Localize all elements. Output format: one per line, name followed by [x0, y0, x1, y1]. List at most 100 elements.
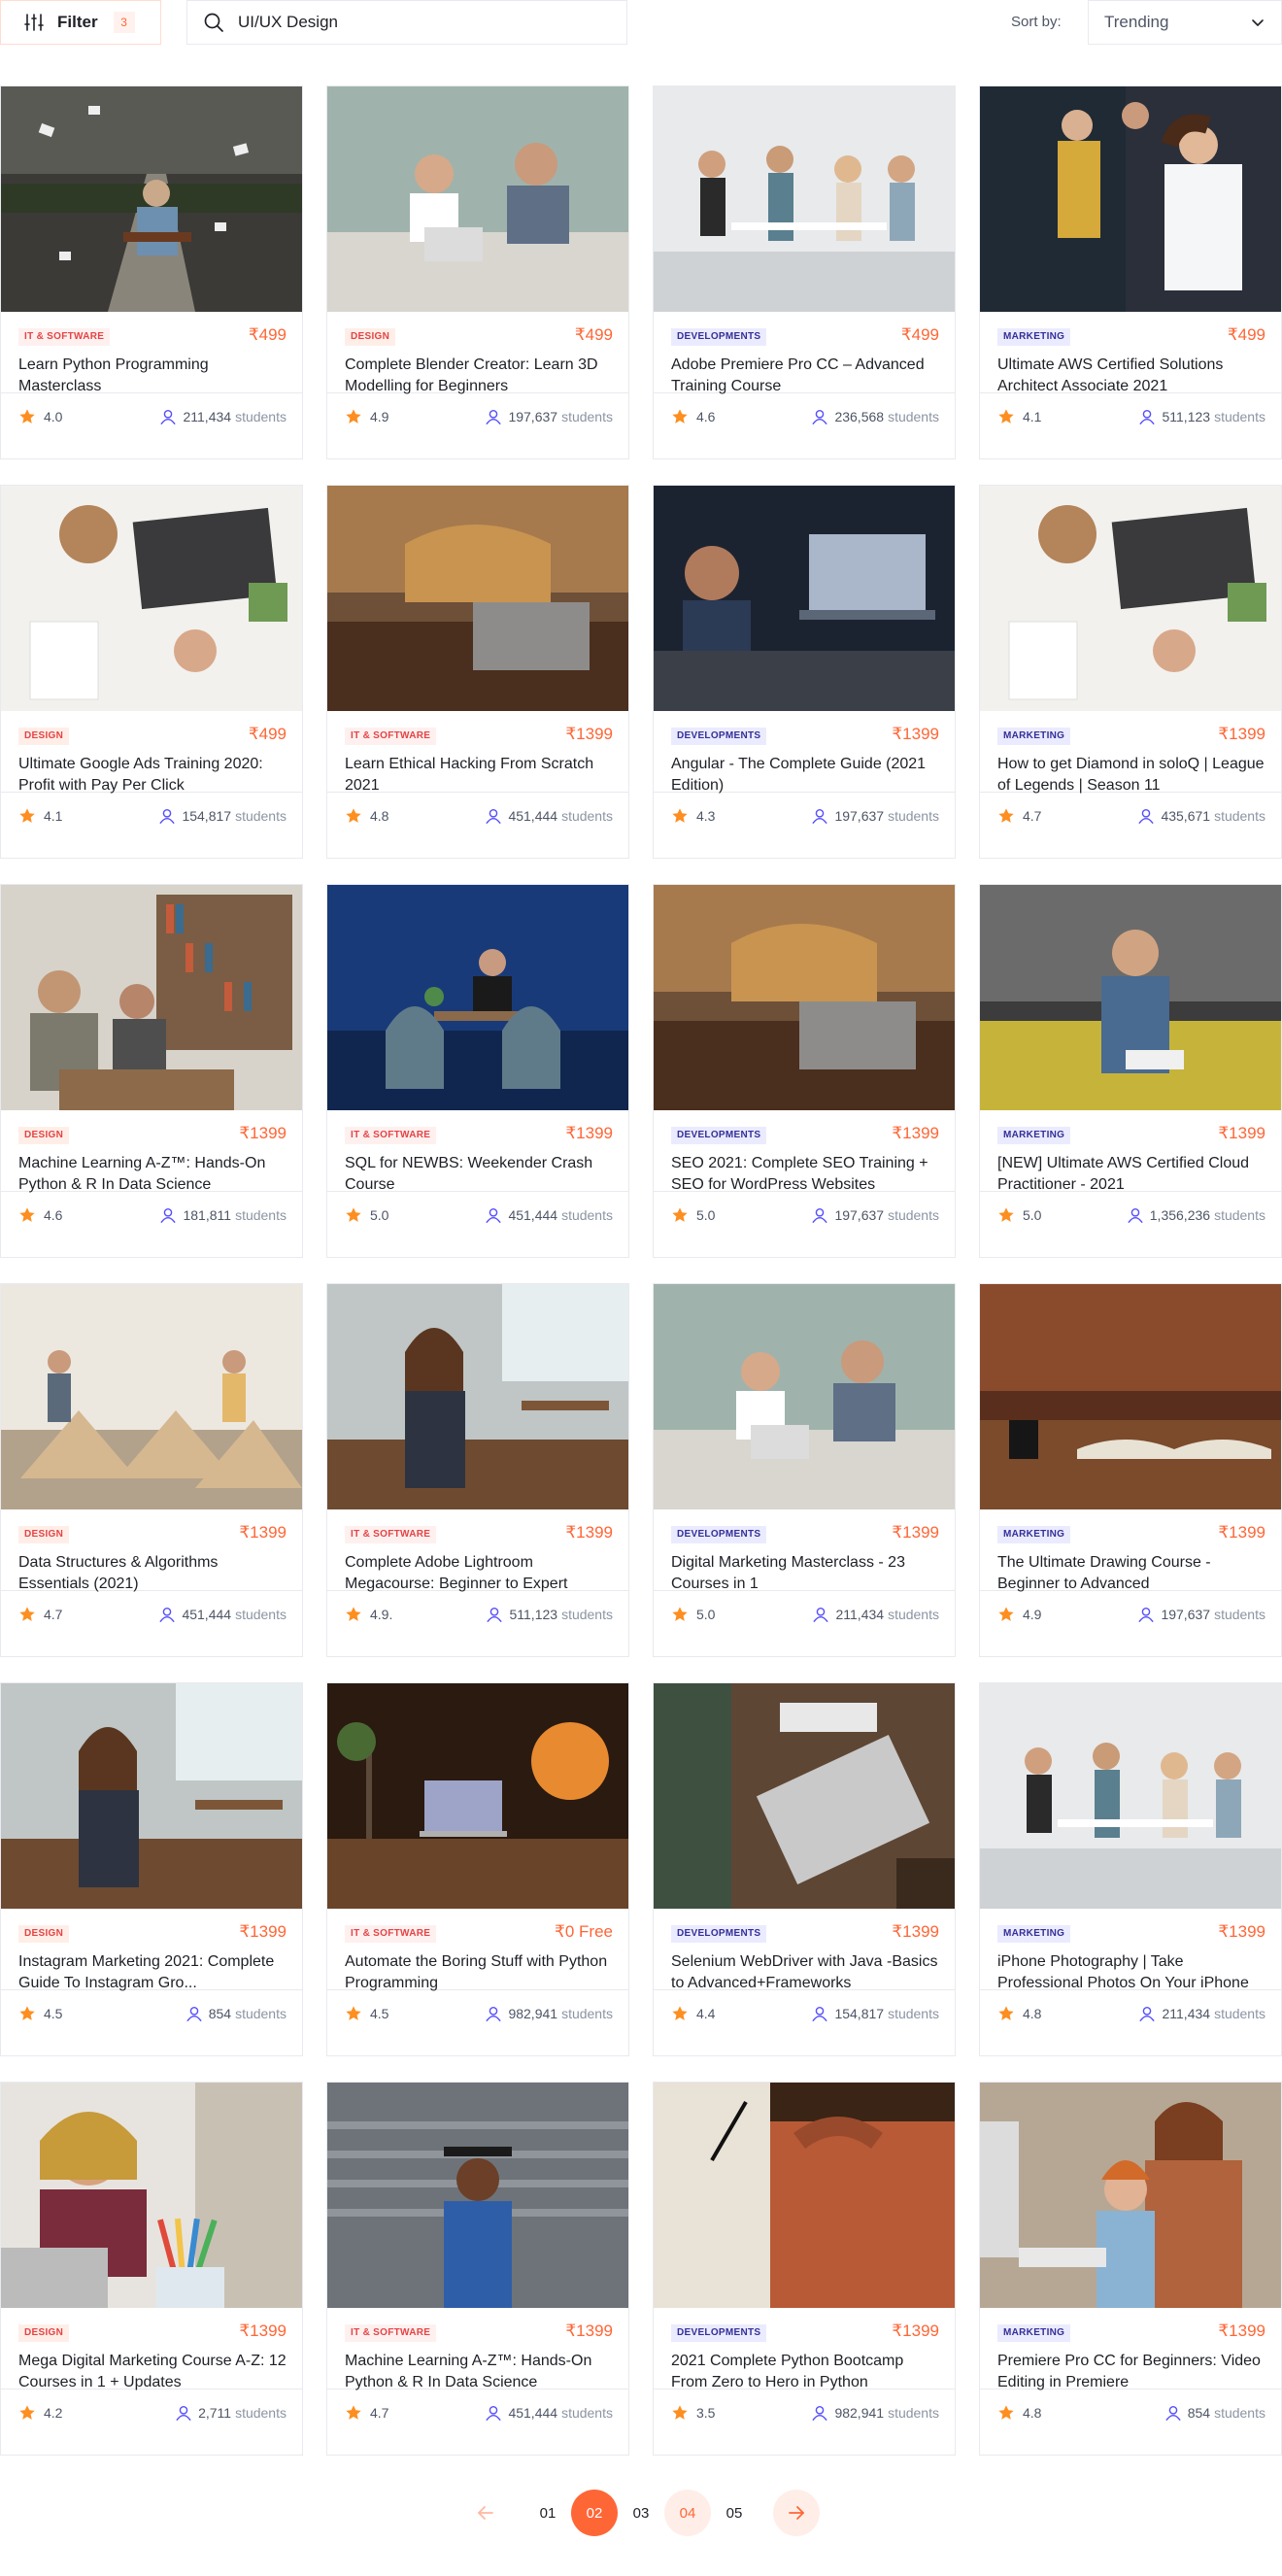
course-title[interactable]: Digital Marketing Masterclass - 23 Cours…: [671, 1552, 939, 1595]
user-icon: [812, 2405, 827, 2421]
course-card[interactable]: MARKETING ₹1399 [NEW] Ultimate AWS Certifi…: [979, 884, 1282, 1258]
course-thumbnail: [327, 2083, 628, 2308]
course-title[interactable]: Instagram Marketing 2021: Complete Guide…: [18, 1951, 287, 1994]
course-thumbnail: [654, 885, 955, 1110]
user-icon: [159, 808, 175, 824]
course-students: 511,123 students: [486, 1606, 613, 1623]
course-card[interactable]: IT & SOFTWARE ₹1399 Learn Ethical Hacking …: [326, 485, 629, 859]
course-title[interactable]: iPhone Photography | Take Professional P…: [997, 1951, 1265, 1994]
course-title[interactable]: Learn Ethical Hacking From Scratch 2021: [345, 754, 613, 797]
user-icon: [1138, 808, 1154, 824]
page-03[interactable]: 03: [618, 2490, 664, 2536]
course-title[interactable]: How to get Diamond in soloQ | League of …: [997, 754, 1265, 797]
course-card[interactable]: IT & SOFTWARE ₹1399 Machine Learning A-Z™:…: [326, 2082, 629, 2456]
students-count: 854: [208, 2006, 232, 2021]
course-title[interactable]: Angular - The Complete Guide (2021 Editi…: [671, 754, 939, 797]
course-price: ₹1399: [239, 1922, 287, 1941]
course-title[interactable]: [NEW] Ultimate AWS Certified Cloud Pract…: [997, 1153, 1265, 1196]
students-label: students: [888, 1207, 939, 1223]
course-card[interactable]: DESIGN ₹1399 Instagram Marketing 2021: Com…: [0, 1682, 303, 2056]
course-card[interactable]: MARKETING ₹1399 iPhone Photography | Take …: [979, 1682, 1282, 2056]
course-title[interactable]: Selenium WebDriver with Java -Basics to …: [671, 1951, 939, 1994]
course-price: ₹499: [248, 325, 287, 344]
course-card[interactable]: IT & SOFTWARE ₹499 Learn Python Programmin…: [0, 85, 303, 459]
course-thumbnail: [980, 1284, 1281, 1509]
course-students: 982,941 students: [485, 2005, 613, 2022]
rating-value: 4.5: [44, 2006, 63, 2021]
course-title[interactable]: SQL for NEWBS: Weekender Crash Course: [345, 1153, 613, 1196]
course-thumbnail: [1, 486, 302, 711]
star-icon: [672, 1207, 688, 1222]
course-card[interactable]: MARKETING ₹499 Ultimate AWS Certified Solu…: [979, 85, 1282, 459]
course-title[interactable]: The Ultimate Drawing Course - Beginner t…: [997, 1552, 1265, 1595]
next-page-button[interactable]: [773, 2490, 820, 2536]
rating-value: 4.1: [44, 808, 63, 824]
page-05[interactable]: 05: [711, 2490, 758, 2536]
course-title[interactable]: Data Structures & Algorithms Essentials …: [18, 1552, 287, 1595]
rating-value: 4.8: [1023, 2006, 1042, 2021]
students-label: students: [235, 409, 287, 424]
course-thumbnail: [654, 86, 955, 312]
rating-value: 5.0: [696, 1607, 716, 1622]
page-02[interactable]: 02: [571, 2490, 618, 2536]
course-title[interactable]: SEO 2021: Complete SEO Training + SEO fo…: [671, 1153, 939, 1196]
course-thumbnail: [654, 1284, 955, 1509]
rating-value: 4.2: [44, 2405, 63, 2421]
students-count: 211,434: [835, 1607, 885, 1622]
chevron-down-icon: [1252, 19, 1264, 26]
course-card[interactable]: DEVELOPMENTS ₹1399 2021 Complete Python Bo…: [653, 2082, 956, 2456]
course-card[interactable]: IT & SOFTWARE ₹1399 Complete Adobe Lightro…: [326, 1283, 629, 1657]
course-title[interactable]: Automate the Boring Stuff with Python Pr…: [345, 1951, 613, 1994]
course-rating: 4.5: [345, 2005, 388, 2022]
course-rating: 4.3: [671, 807, 715, 825]
category-badge: IT & SOFTWARE: [345, 1526, 437, 1543]
course-title[interactable]: Machine Learning A-Z™: Hands-On Python &…: [345, 2351, 613, 2393]
course-card[interactable]: IT & SOFTWARE ₹0 Free Automate the Boring …: [326, 1682, 629, 2056]
course-card[interactable]: MARKETING ₹1399 The Ultimate Drawing Cours…: [979, 1283, 1282, 1657]
rating-value: 5.0: [1023, 1207, 1042, 1223]
previous-page-button[interactable]: [462, 2490, 509, 2536]
course-title[interactable]: Ultimate AWS Certified Solutions Archite…: [997, 355, 1265, 397]
course-thumbnail: [654, 1683, 955, 1909]
course-students: 854 students: [1164, 2404, 1265, 2422]
course-card[interactable]: DESIGN ₹1399 Machine Learning A-Z™: Hands-…: [0, 884, 303, 1258]
course-title[interactable]: Adobe Premiere Pro CC – Advanced Trainin…: [671, 355, 939, 397]
course-card[interactable]: DEVELOPMENTS ₹1399 SEO 2021: Complete SEO …: [653, 884, 956, 1258]
course-card[interactable]: DEVELOPMENTS ₹1399 Angular - The Complete …: [653, 485, 956, 859]
course-card[interactable]: DESIGN ₹499 Complete Blender Creator: Lear…: [326, 85, 629, 459]
course-title[interactable]: Complete Adobe Lightroom Megacourse: Beg…: [345, 1552, 613, 1595]
pagination: 01 02 03 04 05: [0, 2490, 1282, 2536]
course-card[interactable]: DEVELOPMENTS ₹1399 Digital Marketing Maste…: [653, 1283, 956, 1657]
course-card[interactable]: DESIGN ₹1399 Data Structures & Algorithms …: [0, 1283, 303, 1657]
star-icon: [19, 1207, 35, 1222]
search-input[interactable]: UI/UX Design: [186, 0, 627, 45]
course-card[interactable]: DESIGN ₹499 Ultimate Google Ads Training 2…: [0, 485, 303, 859]
course-title[interactable]: Ultimate Google Ads Training 2020: Profi…: [18, 754, 287, 797]
course-card[interactable]: DEVELOPMENTS ₹1399 Selenium WebDriver with…: [653, 1682, 956, 2056]
page-04[interactable]: 04: [664, 2490, 711, 2536]
course-card[interactable]: MARKETING ₹1399 Premiere Pro CC for Beginn…: [979, 2082, 1282, 2456]
course-title[interactable]: Mega Digital Marketing Course A-Z: 12 Co…: [18, 2351, 287, 2393]
students-label: students: [561, 2006, 613, 2021]
students-count: 197,637: [834, 1207, 885, 1223]
sort-select[interactable]: Trending: [1088, 0, 1282, 45]
course-card[interactable]: MARKETING ₹1399 How to get Diamond in solo…: [979, 485, 1282, 859]
course-card[interactable]: DEVELOPMENTS ₹499 Adobe Premiere Pro CC – …: [653, 85, 956, 459]
students-count: 435,671: [1161, 808, 1211, 824]
course-title[interactable]: 2021 Complete Python Bootcamp From Zero …: [671, 2351, 939, 2393]
course-rating: 5.0: [345, 1206, 388, 1224]
course-students: 211,434 students: [812, 1606, 939, 1623]
course-card[interactable]: IT & SOFTWARE ₹1399 SQL for NEWBS: Weekend…: [326, 884, 629, 1258]
course-rating: 4.7: [18, 1606, 62, 1623]
students-label: students: [888, 2405, 939, 2421]
course-title[interactable]: Complete Blender Creator: Learn 3D Model…: [345, 355, 613, 397]
course-title[interactable]: Learn Python Programming Masterclass: [18, 355, 287, 397]
course-thumbnail: [1, 1284, 302, 1509]
filter-button[interactable]: Filter 3: [0, 0, 161, 45]
students-label: students: [1214, 2006, 1265, 2021]
course-title[interactable]: Machine Learning A-Z™: Hands-On Python &…: [18, 1153, 287, 1196]
page-01[interactable]: 01: [524, 2490, 571, 2536]
course-card[interactable]: DESIGN ₹1399 Mega Digital Marketing Course…: [0, 2082, 303, 2456]
course-students: 451,444 students: [158, 1606, 287, 1623]
course-title[interactable]: Premiere Pro CC for Beginners: Video Edi…: [997, 2351, 1265, 2393]
